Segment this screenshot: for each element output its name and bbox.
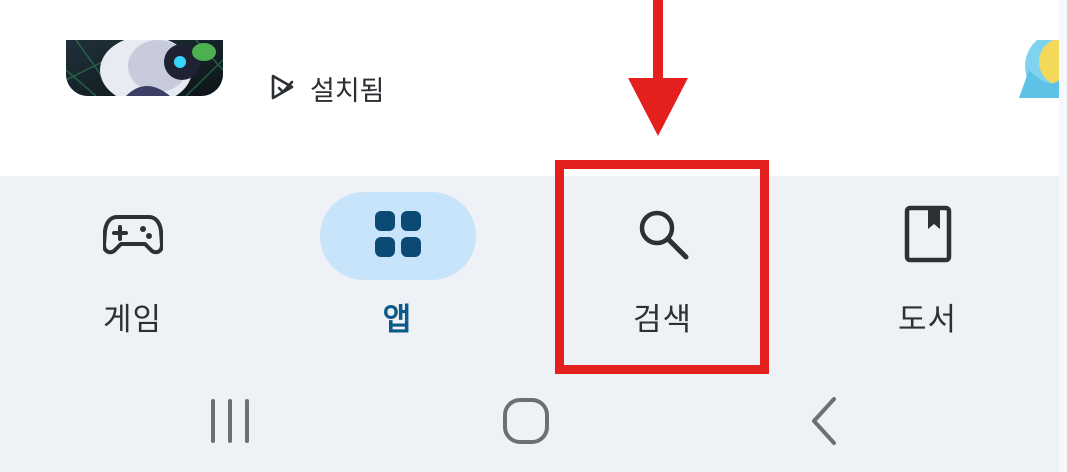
nav-item-books[interactable]: 도서 <box>795 176 1060 366</box>
nav-label-books: 도서 <box>897 302 958 338</box>
nav-item-apps[interactable]: 앱 <box>265 176 530 366</box>
home-button[interactable] <box>466 388 586 458</box>
home-icon <box>502 397 550 449</box>
nav-item-search[interactable]: 검색 <box>530 176 795 366</box>
nav-icon-container <box>319 192 476 280</box>
edge-strip <box>1059 0 1067 472</box>
app-thumbnail-partial[interactable] <box>1019 40 1059 98</box>
installed-status: 설치됨 <box>268 66 385 110</box>
nav-label-search: 검색 <box>632 302 693 338</box>
nav-label-games: 게임 <box>102 302 163 338</box>
nav-item-games[interactable]: 게임 <box>0 176 265 366</box>
installed-status-label: 설치됨 <box>310 75 385 107</box>
book-icon <box>904 205 952 267</box>
nav-icon-container <box>585 192 741 280</box>
nav-icon-container <box>850 192 1006 280</box>
app-thumbnail[interactable] <box>66 40 223 96</box>
app-list-area: 설치됨 <box>0 0 1059 176</box>
nav-icon-container <box>55 192 211 280</box>
installed-check-icon <box>268 73 298 103</box>
search-icon <box>636 207 690 265</box>
recents-button[interactable] <box>170 388 290 458</box>
play-store-screen: 설치됨 게임 앱 검색 도서 <box>0 0 1067 472</box>
back-icon <box>808 396 840 450</box>
gamepad-icon <box>101 211 164 261</box>
back-button[interactable] <box>764 388 884 458</box>
bottom-navigation: 게임 앱 검색 도서 <box>0 176 1059 472</box>
apps-grid-icon <box>373 209 423 263</box>
recents-icon <box>205 398 255 448</box>
nav-label-apps: 앱 <box>382 302 413 338</box>
